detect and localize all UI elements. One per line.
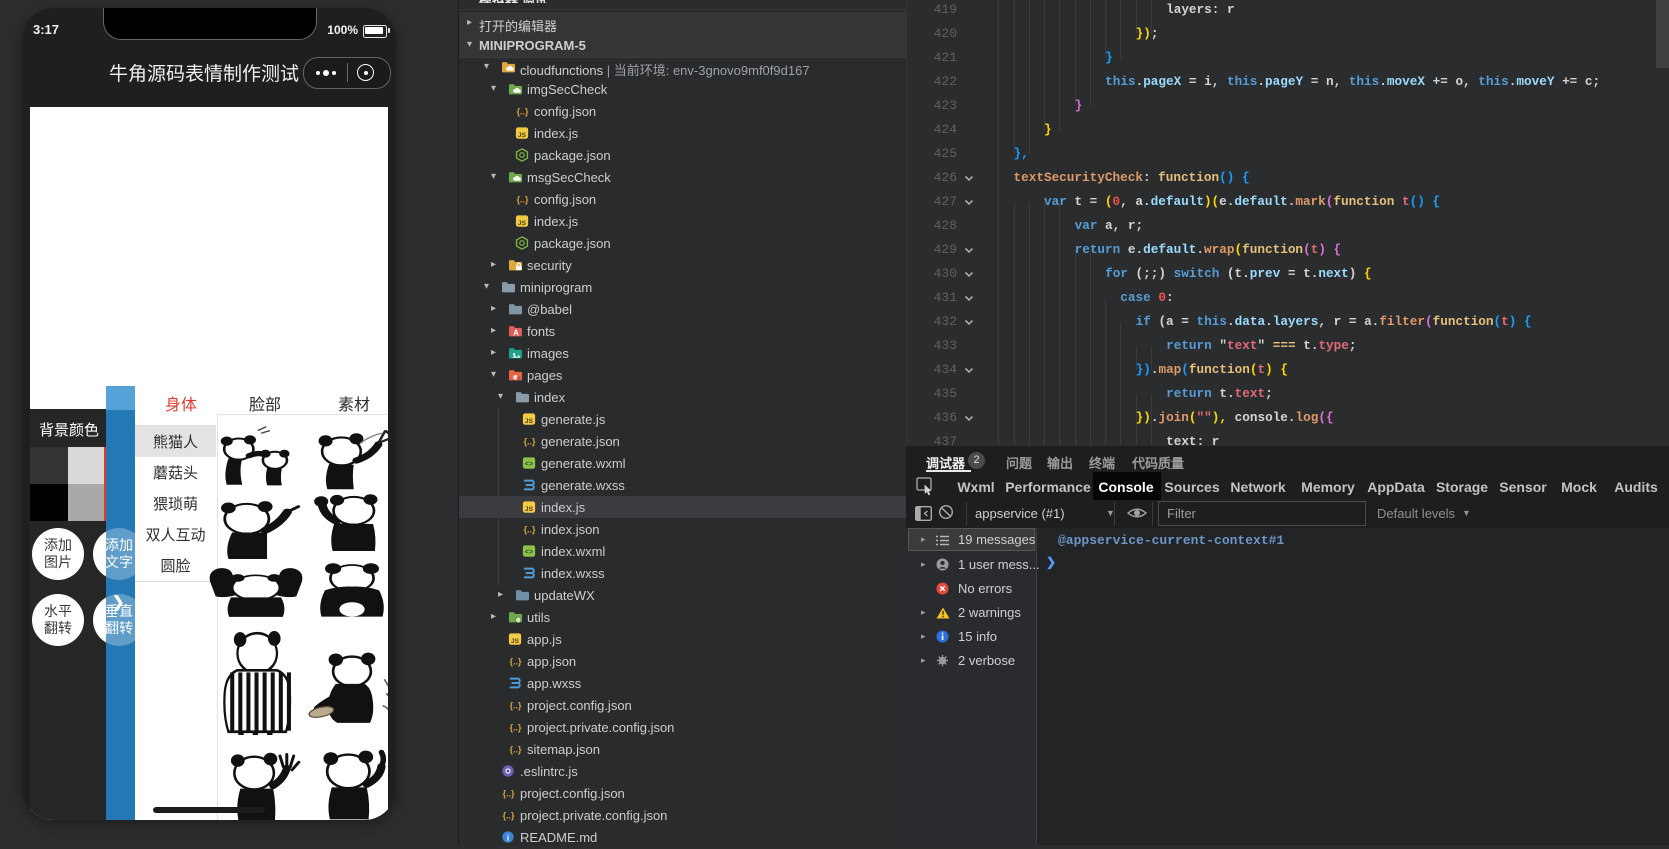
- svg-text:{..}: {..}: [524, 524, 536, 534]
- svg-text:JS: JS: [511, 638, 520, 645]
- svg-text:JS: JS: [525, 418, 534, 425]
- svg-text:{..}: {..}: [503, 788, 515, 798]
- svg-text:{..}: {..}: [510, 722, 522, 732]
- svg-text:{..}: {..}: [524, 436, 536, 446]
- svg-text:A: A: [513, 329, 519, 338]
- svg-text:{..}: {..}: [503, 810, 515, 820]
- svg-text:JS: JS: [525, 506, 534, 513]
- svg-text:JS: JS: [518, 220, 527, 227]
- svg-text:<>: <>: [525, 461, 533, 468]
- svg-text:{..}: {..}: [510, 700, 522, 710]
- svg-text:JS: JS: [518, 132, 527, 139]
- svg-text:<>: <>: [525, 549, 533, 556]
- svg-text:{..}: {..}: [517, 194, 529, 204]
- svg-text:{..}: {..}: [510, 744, 522, 754]
- svg-text:{..}: {..}: [517, 106, 529, 116]
- svg-text:{..}: {..}: [510, 656, 522, 666]
